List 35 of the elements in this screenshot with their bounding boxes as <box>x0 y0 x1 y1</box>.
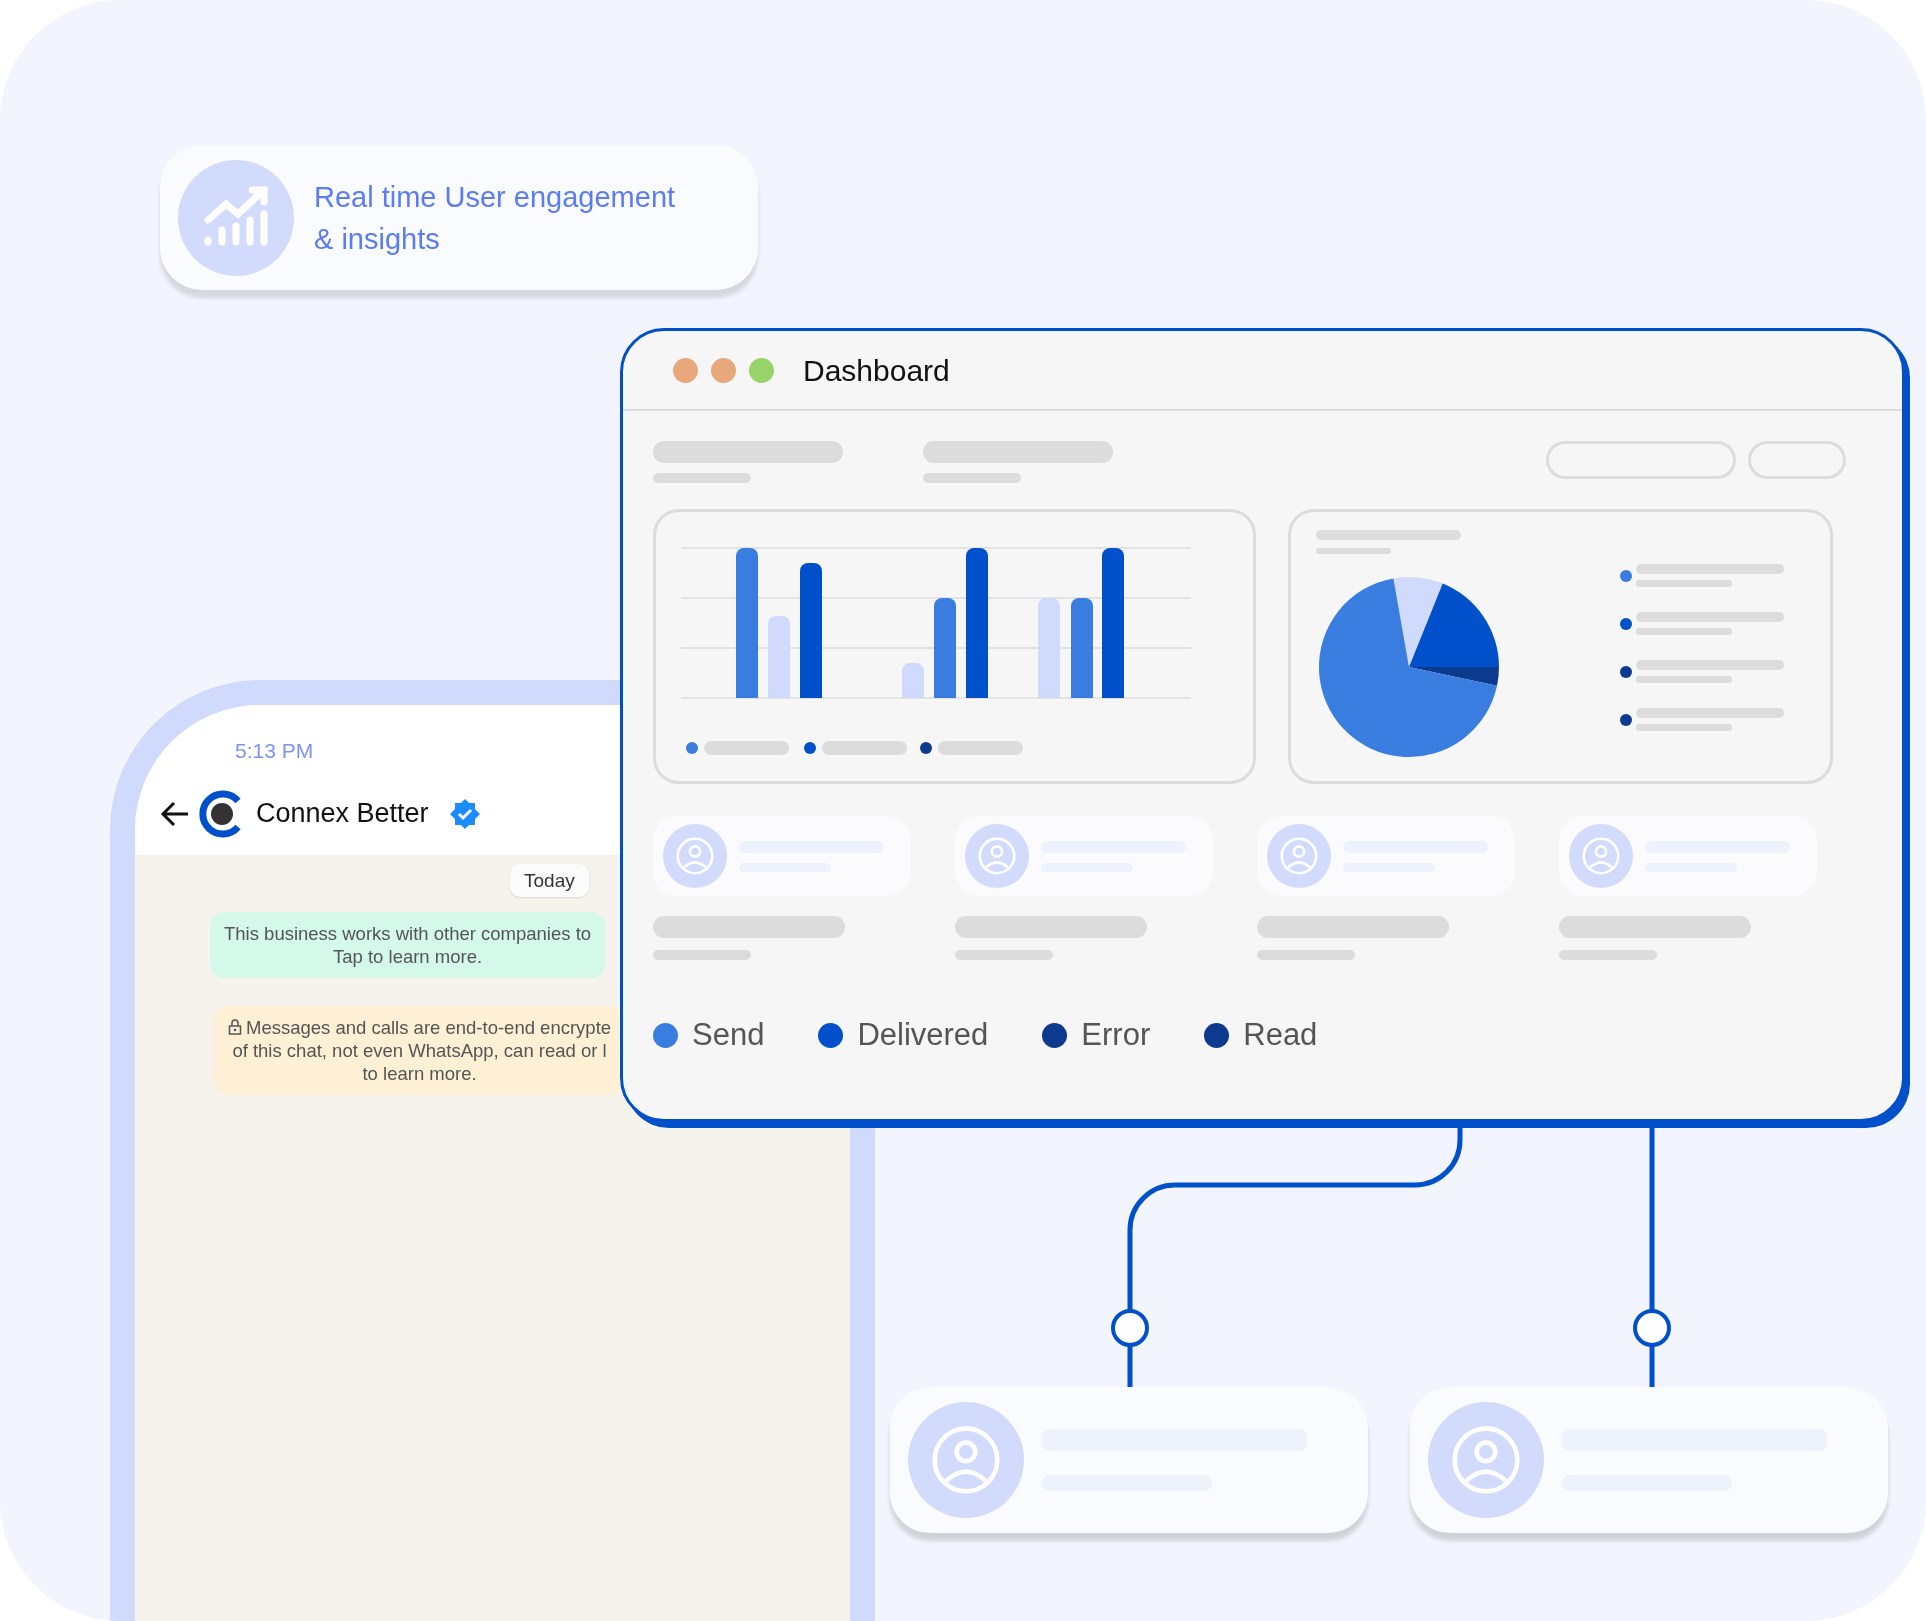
legend-dot <box>686 742 698 754</box>
date-chip: Today <box>510 864 589 897</box>
filter-button[interactable] <box>1546 441 1736 479</box>
window-title: Dashboard <box>803 352 950 389</box>
back-arrow-icon[interactable] <box>160 800 190 827</box>
legend-label: Send <box>692 1016 765 1054</box>
legend-dot <box>1620 570 1632 582</box>
window-control-icon[interactable] <box>711 357 736 383</box>
filter-button[interactable] <box>1748 441 1846 479</box>
legend-dot <box>804 742 816 754</box>
insight-text: Real time User engagement & insights <box>314 179 677 257</box>
legend-label: Read <box>1243 1016 1318 1054</box>
legend-dot <box>1620 666 1632 678</box>
chart-bar <box>902 663 924 698</box>
chart-growth-icon <box>178 159 294 276</box>
lock-icon <box>228 1018 242 1035</box>
avatar-icon <box>965 824 1029 888</box>
contact-name: Connex Better <box>256 797 429 831</box>
legend-dot <box>1620 618 1632 630</box>
avatar-icon <box>908 1402 1024 1518</box>
legend-label: Delivered <box>857 1016 989 1054</box>
status-time: 5:13 PM <box>235 738 314 764</box>
legend-dot <box>1620 714 1632 726</box>
window-control-icon[interactable] <box>749 357 774 383</box>
window-control-icon[interactable] <box>673 357 698 383</box>
verified-badge-icon <box>448 797 481 830</box>
avatar-icon <box>1267 824 1331 888</box>
connector-node <box>1111 1309 1149 1347</box>
system-message: This business works with other companies to Tap to learn more. <box>210 911 606 978</box>
legend-dot <box>920 742 932 754</box>
avatar-icon <box>663 824 727 888</box>
avatar-icon <box>1428 1402 1544 1518</box>
legend-label: Error <box>1081 1016 1151 1054</box>
avatar-icon <box>1569 824 1633 888</box>
connector-node <box>1633 1309 1671 1347</box>
